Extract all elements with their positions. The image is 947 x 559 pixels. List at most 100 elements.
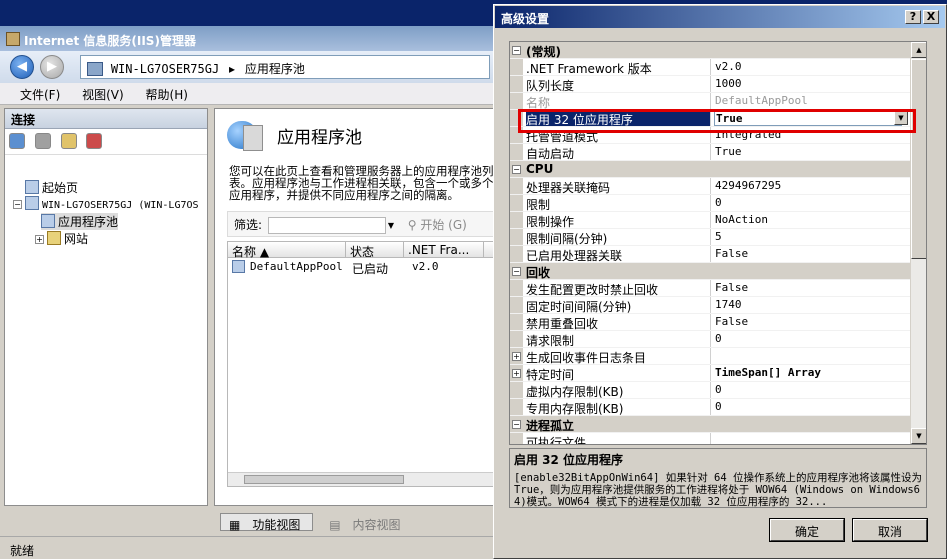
property-value[interactable]: 5 — [714, 230, 910, 243]
property-row[interactable]: 处理器关联掩码 4294967295 — [510, 178, 912, 195]
start-page-icon — [25, 180, 39, 194]
property-row[interactable]: 发生配置更改时禁止回收 False — [510, 280, 912, 297]
property-value[interactable]: NoAction — [714, 213, 910, 226]
property-row[interactable]: 虚拟内存限制(KB) 0 — [510, 382, 912, 399]
dialog-title-bar: 高级设置 ? X — [495, 6, 945, 28]
help-button[interactable]: ? — [905, 10, 921, 24]
property-name: 限制操作 — [526, 215, 575, 229]
menu-file[interactable]: 文件(F) — [20, 88, 60, 102]
property-value[interactable]: 0 — [714, 332, 910, 345]
table-row[interactable]: DefaultAppPool 已启动 v2.0 — [228, 259, 496, 277]
breadcrumb-app-pools[interactable]: 应用程序池 — [245, 62, 305, 76]
property-row[interactable]: + 特定时间 TimeSpan[] Array — [510, 365, 912, 382]
collapse-icon[interactable]: − — [512, 267, 521, 276]
up-folder-icon[interactable] — [60, 133, 77, 149]
property-category[interactable]: − 回收 — [510, 263, 912, 280]
filter-input[interactable] — [267, 217, 386, 234]
scroll-thumb[interactable] — [244, 475, 404, 484]
property-name: 请求限制 — [526, 334, 575, 348]
breadcrumb[interactable]: WIN-LG7OSER75GJ ▸ 应用程序池 — [80, 55, 490, 79]
property-row[interactable]: 已启用处理器关联 False — [510, 246, 912, 263]
property-category[interactable]: − CPU — [510, 161, 912, 178]
go-button[interactable]: ⚲ 开始 (G) — [408, 218, 467, 232]
chevron-down-icon[interactable]: ▼ — [388, 217, 398, 234]
property-row[interactable]: 固定时间间隔(分钟) 1740 — [510, 297, 912, 314]
server-icon — [87, 62, 103, 76]
property-row[interactable]: 限制间隔(分钟) 5 — [510, 229, 912, 246]
expand-icon[interactable]: + — [35, 235, 44, 244]
property-value[interactable]: v2.0 — [714, 60, 910, 73]
column-divider — [710, 76, 711, 92]
property-gutter — [510, 331, 523, 347]
column-divider — [710, 348, 711, 364]
property-category[interactable]: − 进程孤立 — [510, 416, 912, 433]
property-value[interactable]: 0 — [714, 383, 910, 396]
property-name: .NET Framework 版本 — [526, 62, 652, 76]
menu-help[interactable]: 帮助(H) — [146, 88, 188, 102]
property-row[interactable]: 可执行文件 — [510, 433, 912, 444]
cancel-button[interactable]: 取消 — [853, 519, 927, 541]
property-gutter — [510, 76, 523, 92]
collapse-icon[interactable]: − — [512, 420, 521, 429]
column-status[interactable]: 状态 — [346, 242, 404, 258]
collapse-icon[interactable]: − — [13, 200, 22, 209]
property-row[interactable]: 名称 DefaultAppPool — [510, 93, 912, 110]
property-value[interactable]: 0 — [714, 400, 910, 413]
close-button[interactable]: X — [923, 10, 939, 24]
property-gutter — [510, 144, 523, 160]
column-name[interactable]: 名称 ▲ — [228, 242, 346, 258]
property-row[interactable]: + 生成回收事件日志条目 — [510, 348, 912, 365]
tree-item-app-pools[interactable]: 应用程序池 — [41, 213, 119, 230]
tab-content-view[interactable]: ▤ 内容视图 — [321, 514, 412, 532]
tree-item-sites[interactable]: + 网站 — [35, 230, 88, 247]
property-value[interactable]: True — [714, 145, 910, 158]
property-name: 名称 — [526, 96, 551, 110]
property-value[interactable]: False — [714, 247, 910, 260]
tree-item-server[interactable]: − WIN-LG7OSER75GJ (WIN-LG7OS — [13, 196, 199, 211]
collapse-icon[interactable]: − — [512, 46, 521, 55]
property-row[interactable]: .NET Framework 版本 v2.0 — [510, 59, 912, 76]
property-value[interactable]: 0 — [714, 196, 910, 209]
forward-arrow-icon[interactable]: ▶ — [40, 55, 64, 79]
property-row[interactable]: 自动启动 True — [510, 144, 912, 161]
vertical-scrollbar[interactable]: ▲ ▼ — [910, 42, 926, 444]
property-row[interactable]: 请求限制 0 — [510, 331, 912, 348]
horizontal-scrollbar[interactable] — [228, 472, 496, 486]
app-pools-feature-icon — [227, 121, 263, 151]
column-framework[interactable]: .NET Fra... — [404, 242, 484, 258]
connect-globe-icon[interactable] — [9, 133, 25, 149]
property-value[interactable]: 1740 — [714, 298, 910, 311]
collapse-icon[interactable]: − — [512, 165, 521, 174]
property-row[interactable]: 限制操作 NoAction — [510, 212, 912, 229]
column-divider — [710, 195, 711, 211]
column-divider — [710, 382, 711, 398]
breadcrumb-server[interactable]: WIN-LG7OSER75GJ — [111, 62, 219, 76]
property-category[interactable]: − (常规) — [510, 42, 912, 59]
property-row[interactable]: 禁用重叠回收 False — [510, 314, 912, 331]
property-value[interactable]: DefaultAppPool — [714, 94, 910, 107]
property-row[interactable]: 专用内存限制(KB) 0 — [510, 399, 912, 416]
property-row[interactable]: 限制 0 — [510, 195, 912, 212]
expand-icon[interactable]: + — [512, 352, 521, 361]
menu-view[interactable]: 视图(V) — [82, 88, 124, 102]
property-gutter — [510, 280, 523, 296]
back-arrow-icon[interactable]: ◀ — [10, 55, 34, 79]
expand-icon[interactable]: + — [512, 369, 521, 378]
scroll-up-icon[interactable]: ▲ — [911, 42, 926, 58]
property-value[interactable]: TimeSpan[] Array — [714, 366, 910, 379]
tab-features-view[interactable]: ▦ 功能视图 — [220, 513, 314, 532]
property-value[interactable]: 4294967295 — [714, 179, 910, 192]
disconnect-icon[interactable] — [86, 133, 103, 149]
scroll-down-icon[interactable]: ▼ — [911, 428, 926, 444]
scroll-thumb[interactable] — [911, 59, 926, 259]
content-view-icon: ▤ — [329, 518, 341, 532]
highlight-annotation — [518, 109, 916, 133]
save-icon[interactable] — [34, 133, 51, 149]
property-value[interactable]: False — [714, 315, 910, 328]
property-row[interactable]: 队列长度 1000 — [510, 76, 912, 93]
property-name: 虚拟内存限制(KB) — [526, 385, 624, 399]
ok-button[interactable]: 确定 — [770, 519, 844, 541]
property-value[interactable]: False — [714, 281, 910, 294]
tree-item-start-page[interactable]: 起始页 — [25, 179, 78, 196]
property-value[interactable]: 1000 — [714, 77, 910, 90]
